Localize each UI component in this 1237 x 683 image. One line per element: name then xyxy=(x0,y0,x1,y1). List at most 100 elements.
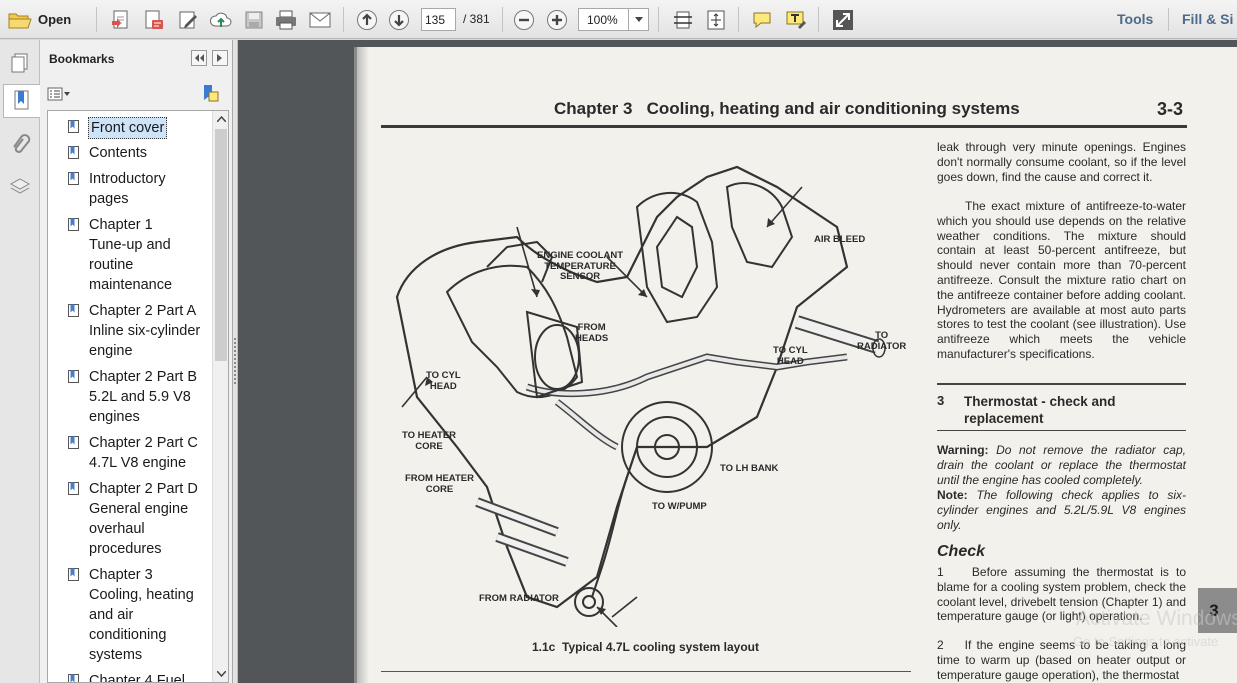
arrow-down-circle-icon xyxy=(389,9,409,30)
bookmarks-button[interactable] xyxy=(3,84,40,118)
bookmark-icon xyxy=(68,370,79,383)
save-icon xyxy=(245,11,263,28)
export-pdf-button[interactable] xyxy=(141,0,167,39)
toolbar-divider xyxy=(658,7,659,32)
collapse-panel-button[interactable] xyxy=(191,50,207,66)
paragraph-leak: leak through very minute openings. Engin… xyxy=(937,140,1186,184)
scrollbar[interactable] xyxy=(212,111,228,682)
fit-width-button[interactable] xyxy=(670,0,696,39)
email-button[interactable] xyxy=(307,0,333,39)
envelope-icon xyxy=(309,12,331,27)
bookmark-label: Chapter 2 Part C 4.7L V8 engine xyxy=(89,435,198,471)
label-from-radiator: FROM RADIATOR xyxy=(479,593,559,604)
create-pdf-button[interactable] xyxy=(108,0,134,39)
cloud-upload-icon xyxy=(209,12,232,27)
bookmark-item[interactable]: Chapter 2 Part D General engine overhaul… xyxy=(48,479,213,559)
scrollbar-thumb[interactable] xyxy=(215,129,227,361)
page-number-input[interactable]: 135 xyxy=(421,8,456,31)
section-rule-bottom xyxy=(937,430,1186,431)
printer-icon xyxy=(276,10,296,29)
bookmark-icon xyxy=(68,304,79,317)
pdf-document-icon xyxy=(145,10,163,29)
options-menu-button[interactable] xyxy=(47,86,71,102)
bookmark-icon xyxy=(68,218,79,231)
expand-panel-button[interactable] xyxy=(212,50,228,66)
edit-pdf-button[interactable] xyxy=(175,0,201,39)
chevron-up-icon[interactable] xyxy=(213,111,228,127)
bookmark-label: Chapter 3 Cooling, heating and air condi… xyxy=(89,567,194,663)
highlight-button[interactable] xyxy=(783,0,809,39)
next-page-button[interactable] xyxy=(386,0,412,39)
bookmark-item[interactable]: Chapter 4 Fuel xyxy=(48,671,213,682)
save-button[interactable] xyxy=(241,0,267,39)
check-heading: Check xyxy=(937,543,986,560)
page-total: / 381 xyxy=(463,12,490,26)
open-button[interactable]: Open xyxy=(8,0,71,39)
pages-icon xyxy=(11,53,28,73)
bookmark-icon xyxy=(68,674,79,682)
upload-button[interactable] xyxy=(208,0,234,39)
double-chevron-left-icon xyxy=(195,54,204,62)
section-title: Thermostat - check and replacement xyxy=(964,394,1116,426)
find-bookmark-button[interactable] xyxy=(201,84,219,109)
footer-rule xyxy=(381,671,911,672)
fit-width-icon xyxy=(674,11,692,28)
splitter-grip[interactable] xyxy=(234,338,236,384)
document-viewport[interactable]: Chapter 3 Cooling, heating and air condi… xyxy=(238,40,1237,683)
toolbar-divider xyxy=(738,7,739,32)
bookmark-icon xyxy=(68,172,79,185)
layers-button[interactable] xyxy=(4,170,36,204)
fit-page-button[interactable] xyxy=(703,0,729,39)
zoom-select[interactable]: 100% xyxy=(578,8,649,31)
layers-icon xyxy=(9,178,31,194)
warning-label: Warning: xyxy=(937,443,989,457)
page-number-label: 3-3 xyxy=(1157,99,1184,119)
bookmark-item[interactable]: Chapter 1 Tune-up and routine maintenanc… xyxy=(48,215,213,295)
open-label: Open xyxy=(38,12,72,27)
bookmark-item[interactable]: Front cover xyxy=(48,117,213,139)
bookmark-search-icon xyxy=(204,85,219,102)
bookmark-label: Chapter 1 Tune-up and routine maintenanc… xyxy=(89,217,173,293)
highlight-text-icon xyxy=(786,11,806,29)
plus-circle-icon xyxy=(547,9,567,30)
fill-sign-link[interactable]: Fill & Si xyxy=(1182,11,1233,27)
tools-link[interactable]: Tools xyxy=(1117,11,1153,27)
chevron-down-icon[interactable] xyxy=(213,666,228,682)
bookmark-item[interactable]: Chapter 3 Cooling, heating and air condi… xyxy=(48,565,213,665)
label-from-heater-core: FROM HEATER CORE xyxy=(405,473,474,495)
bookmark-item[interactable]: Chapter 2 Part B 5.2L and 5.9 V8 engines xyxy=(48,367,213,427)
comment-button[interactable] xyxy=(749,0,775,39)
zoom-out-button[interactable] xyxy=(511,0,537,39)
label-to-wpump: TO W/PUMP xyxy=(652,501,707,512)
section-rule-top xyxy=(937,383,1186,385)
options-icon xyxy=(47,87,70,101)
label-to-radiator: TO RADIATOR xyxy=(857,330,907,352)
bookmark-item[interactable]: Chapter 2 Part A Inline six-cylinder eng… xyxy=(48,301,213,361)
page-thumbnails-button[interactable] xyxy=(4,46,36,80)
bookmark-item[interactable]: Introductory pages xyxy=(48,169,213,209)
attachments-button[interactable] xyxy=(4,128,36,162)
label-to-cyl-head-left: TO CYL HEAD xyxy=(426,370,461,392)
note-paragraph: Note: The following check applies to six… xyxy=(937,488,1186,532)
bookmark-icon xyxy=(68,120,79,133)
label-to-cyl-head-right: TO CYL HEAD xyxy=(773,345,808,367)
zoom-in-button[interactable] xyxy=(544,0,570,39)
create-pdf-icon xyxy=(112,10,128,28)
bookmark-item[interactable]: Chapter 2 Part C 4.7L V8 engine xyxy=(48,433,213,473)
bookmark-label: Contents xyxy=(89,145,148,161)
header-rule xyxy=(381,125,1187,128)
speech-bubble-icon xyxy=(753,12,771,28)
toolbar-divider xyxy=(818,7,819,32)
previous-page-button[interactable] xyxy=(354,0,380,39)
note-label: Note: xyxy=(937,488,968,502)
label-from-heads: FROM HEADS xyxy=(575,322,609,344)
bookmark-item[interactable]: Contents xyxy=(48,143,213,163)
bookmark-label: Introductory pages xyxy=(89,171,166,207)
chapter-heading: Chapter 3 Cooling, heating and air condi… xyxy=(554,99,1020,118)
section-number: 3 xyxy=(937,393,945,408)
full-screen-button[interactable] xyxy=(830,0,856,39)
chevron-down-icon[interactable] xyxy=(628,9,648,30)
toolbar-divider xyxy=(96,7,97,32)
bookmark-label: Chapter 2 Part A Inline six-cylinder eng… xyxy=(89,303,201,359)
print-button[interactable] xyxy=(273,0,299,39)
